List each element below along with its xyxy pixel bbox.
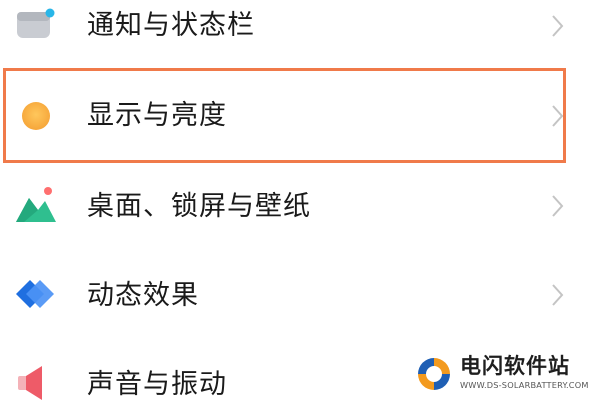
highlight-box bbox=[3, 68, 566, 163]
watermark: 电闪软件站 WWW.DS-SOLARBATTERY.COM bbox=[400, 350, 600, 400]
settings-item-notifications[interactable]: 通知与状态栏 bbox=[0, 0, 600, 58]
chevron-right-icon bbox=[547, 282, 567, 308]
wallpaper-mountain-icon bbox=[14, 182, 58, 226]
notification-bar-icon bbox=[14, 2, 58, 46]
chevron-right-icon bbox=[547, 13, 567, 39]
settings-item-label: 动态效果 bbox=[87, 280, 199, 311]
settings-item-desktop-lockscreen-wallpaper[interactable]: 桌面、锁屏与壁纸 bbox=[0, 174, 600, 238]
speaker-icon bbox=[14, 364, 58, 408]
settings-item-label: 桌面、锁屏与壁纸 bbox=[87, 191, 311, 222]
animation-diamond-icon bbox=[14, 272, 58, 316]
watermark-logo-icon bbox=[414, 354, 454, 394]
chevron-right-icon bbox=[547, 193, 567, 219]
settings-item-label: 通知与状态栏 bbox=[87, 10, 255, 41]
settings-item-animation-effects[interactable]: 动态效果 bbox=[0, 263, 600, 327]
watermark-url: WWW.DS-SOLARBATTERY.COM bbox=[460, 380, 589, 390]
settings-list: 通知与状态栏 显示与亮度 桌面、锁屏与壁纸 动态效果 声音与振动 bbox=[0, 0, 600, 400]
watermark-title: 电闪软件站 bbox=[460, 354, 570, 378]
settings-item-label: 声音与振动 bbox=[87, 369, 227, 400]
